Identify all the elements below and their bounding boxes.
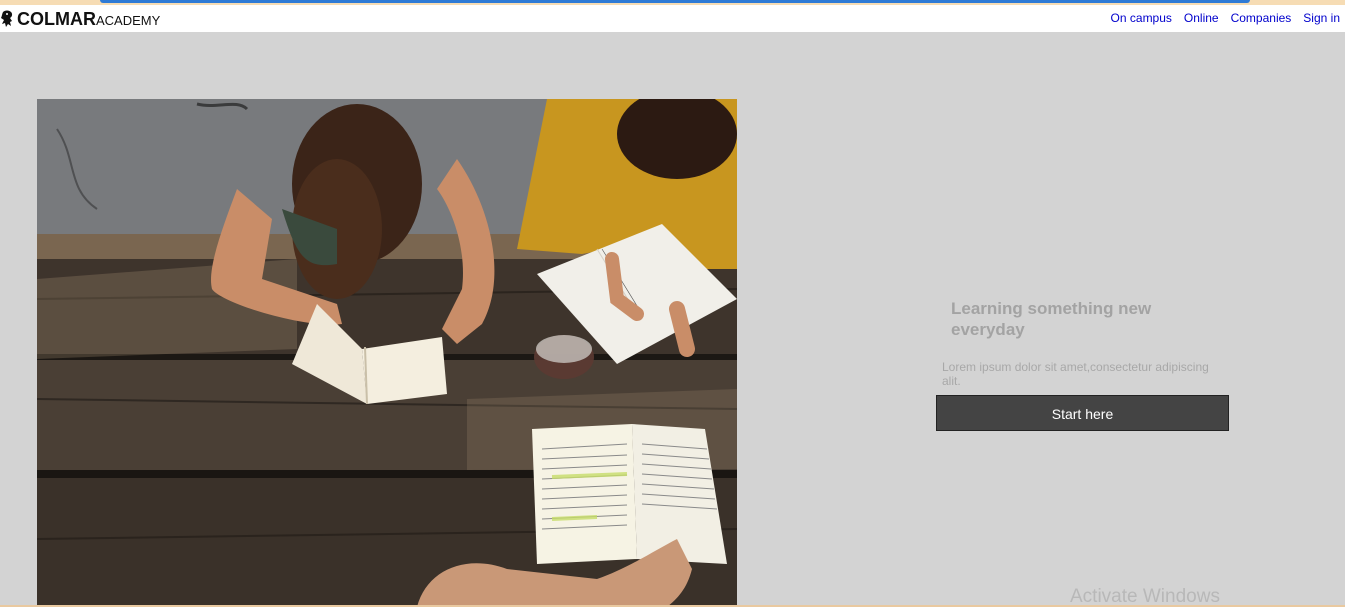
nav-link-online[interactable]: Online bbox=[1184, 11, 1219, 25]
nav-links: On campus Online Companies Sign in bbox=[1099, 11, 1340, 25]
hero-heading: Learning something new everyday bbox=[951, 299, 1152, 339]
nav-link-companies[interactable]: Companies bbox=[1231, 11, 1292, 25]
nav-link-on-campus[interactable]: On campus bbox=[1111, 11, 1172, 25]
activate-windows-watermark: Activate Windows bbox=[1070, 586, 1220, 607]
hero-image bbox=[37, 99, 737, 607]
start-here-button[interactable]: Start here bbox=[936, 395, 1229, 431]
browser-focus-line bbox=[100, 0, 1250, 3]
navbar: COLMAR ACADEMY On campus Online Companie… bbox=[0, 5, 1345, 32]
lion-crest-icon bbox=[1, 10, 13, 27]
students-studying-photo bbox=[37, 99, 737, 607]
brand-name: COLMAR bbox=[17, 8, 96, 29]
brand[interactable]: COLMAR ACADEMY bbox=[0, 7, 160, 31]
brand-subtitle: ACADEMY bbox=[96, 12, 161, 28]
hero-copy: Learning something new everyday Lorem ip… bbox=[936, 298, 1229, 431]
nav-link-sign-in[interactable]: Sign in bbox=[1303, 11, 1340, 25]
hero-text: Lorem ipsum dolor sit amet,consectetur a… bbox=[942, 360, 1209, 388]
